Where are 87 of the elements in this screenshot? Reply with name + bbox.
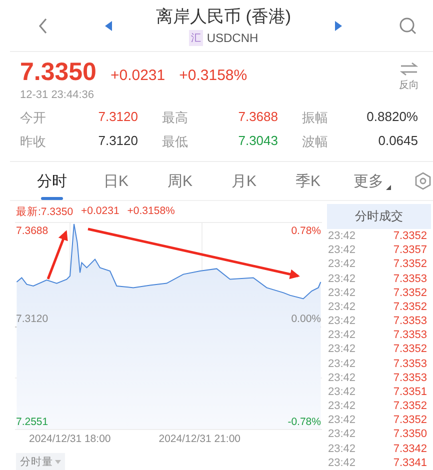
trade-price: 7.3352 xyxy=(393,286,427,299)
stat-label: 波幅 xyxy=(302,133,328,151)
trade-time: 23:42 xyxy=(328,456,356,469)
settings-icon xyxy=(414,172,432,190)
axis-label: 7.3120 xyxy=(16,313,48,325)
caret-icon xyxy=(386,185,390,190)
latest-percent: +0.3158% xyxy=(127,205,175,219)
caret-icon xyxy=(55,460,61,464)
axis-label: 7.3688 xyxy=(16,225,48,237)
page-title: 离岸人民币 (香港) xyxy=(156,6,292,28)
axis-label: 0.00% xyxy=(291,313,321,325)
trade-time: 23:42 xyxy=(328,300,356,313)
trade-price: 7.3352 xyxy=(393,230,427,242)
trade-price: 7.3353 xyxy=(393,372,427,384)
stat-value: 7.3120 xyxy=(98,109,138,126)
symbol-code: USDCNH xyxy=(206,31,258,45)
latest-change: +0.0231 xyxy=(81,205,120,219)
market-badge: 汇 xyxy=(188,30,203,46)
period-tab[interactable]: 周K xyxy=(148,162,212,200)
trade-time: 23:42 xyxy=(328,230,356,242)
period-tab[interactable]: 更多 xyxy=(340,162,404,200)
last-price: 7.3350 xyxy=(20,58,96,87)
trade-price: 7.3353 xyxy=(393,272,427,285)
axis-label: 7.2551 xyxy=(16,416,48,428)
trade-time: 23:42 xyxy=(328,343,356,356)
time-label: 2024/12/31 21:00 xyxy=(158,433,240,445)
stat-label: 最高 xyxy=(162,109,188,127)
trade-price: 7.3352 xyxy=(393,300,427,313)
trade-time: 23:42 xyxy=(328,428,356,440)
trade-price: 7.3352 xyxy=(393,414,427,426)
trade-price: 7.3352 xyxy=(393,258,427,270)
stat-value: 0.0645 xyxy=(378,133,418,150)
period-tab[interactable]: 季K xyxy=(276,162,340,200)
trade-time: 23:42 xyxy=(328,244,356,256)
trade-price: 7.3352 xyxy=(393,343,427,356)
price-change: +0.0231 xyxy=(110,67,166,84)
trade-time: 23:42 xyxy=(328,286,356,299)
previous-button[interactable] xyxy=(104,20,112,30)
trade-price: 7.3353 xyxy=(393,358,427,370)
trade-time: 23:42 xyxy=(328,258,356,270)
settings-button[interactable] xyxy=(414,172,432,190)
back-button[interactable] xyxy=(38,18,48,34)
period-tab[interactable]: 日K xyxy=(84,162,148,200)
trade-time: 23:42 xyxy=(328,372,356,384)
stat-value: 7.3043 xyxy=(238,133,278,150)
trade-price: 7.3342 xyxy=(393,442,427,455)
stat-label: 今开 xyxy=(20,109,46,127)
trade-time: 23:42 xyxy=(328,442,356,455)
timestamp: 12-31 23:44:36 xyxy=(20,89,96,101)
period-tab[interactable]: 分时 xyxy=(20,162,84,200)
trade-price: 7.3352 xyxy=(393,400,427,412)
trade-price: 7.3353 xyxy=(393,315,427,328)
time-label: 2024/12/31 18:00 xyxy=(29,433,111,445)
trades-header: 分时成交 xyxy=(327,204,431,229)
stat-label: 昨收 xyxy=(20,133,46,151)
trade-price: 7.3351 xyxy=(393,386,427,398)
stat-value: 7.3688 xyxy=(238,109,278,126)
back-icon xyxy=(38,18,48,34)
trade-price: 7.3353 xyxy=(393,329,427,342)
left-triangle-icon xyxy=(104,20,112,30)
trade-time: 23:42 xyxy=(328,386,356,398)
axis-label: 0.78% xyxy=(291,225,321,237)
search-button[interactable] xyxy=(398,16,417,34)
stat-label: 最低 xyxy=(162,133,188,151)
trade-price: 7.3350 xyxy=(393,428,427,440)
annotation-arrow xyxy=(46,230,68,280)
stat-value: 7.3120 xyxy=(98,133,138,150)
trade-time: 23:42 xyxy=(328,400,356,412)
trade-time: 23:42 xyxy=(328,358,356,370)
axis-label: -0.78% xyxy=(288,416,321,428)
trade-time: 23:42 xyxy=(328,272,356,285)
percent-change: +0.3158% xyxy=(179,67,248,84)
search-icon xyxy=(398,16,417,34)
next-button[interactable] xyxy=(335,20,342,30)
period-tab[interactable]: 月K xyxy=(212,162,276,200)
stat-value: 0.8820% xyxy=(366,109,418,126)
swap-icon xyxy=(400,62,418,76)
trade-price: 7.3341 xyxy=(393,456,427,469)
trade-time: 23:42 xyxy=(328,315,356,328)
stat-label: 振幅 xyxy=(302,109,328,127)
trade-price: 7.3357 xyxy=(393,244,427,256)
latest-price: 最新:7.3350 xyxy=(16,205,74,219)
trade-time: 23:42 xyxy=(328,414,356,426)
volume-dropdown[interactable]: 分时量 xyxy=(16,453,65,470)
trade-time: 23:42 xyxy=(328,329,356,342)
right-triangle-icon xyxy=(335,20,342,30)
reverse-button[interactable]: 反向 xyxy=(399,58,419,101)
